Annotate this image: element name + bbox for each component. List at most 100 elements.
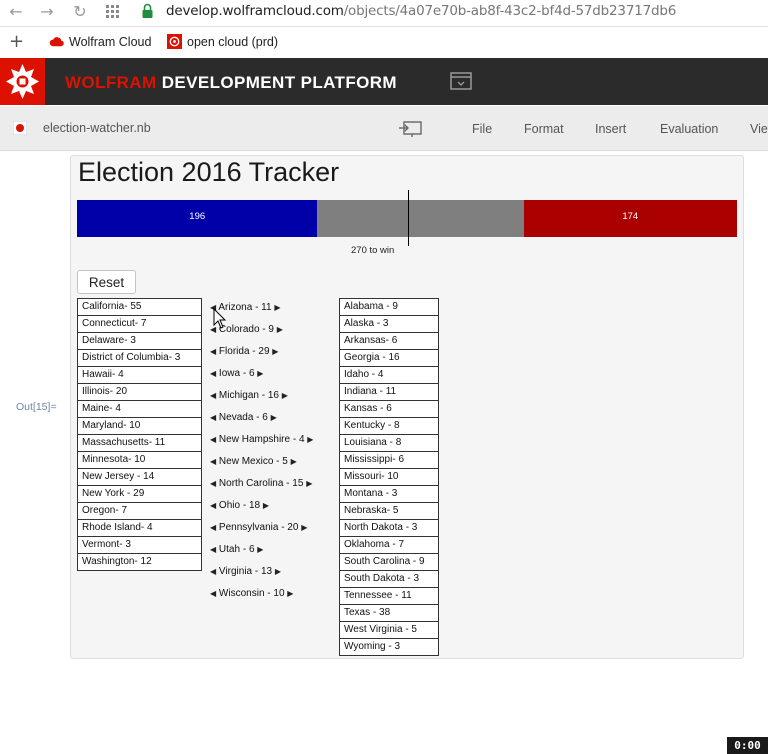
assign-rep-arrow-icon[interactable]: ▶ [306, 479, 312, 488]
url-field[interactable]: develop.wolframcloud.com/objects/4a07e70… [166, 3, 676, 19]
assign-rep-arrow-icon[interactable]: ▶ [257, 369, 263, 378]
rep-state-item[interactable]: Missouri- 10 [340, 469, 438, 486]
rep-state-item[interactable]: Alaska - 3 [340, 316, 438, 333]
swing-state-item: ◀ Wisconsin - 10 ▶ [210, 583, 338, 605]
assign-rep-arrow-icon[interactable]: ▶ [277, 325, 283, 334]
apps-grid-icon[interactable] [106, 5, 120, 19]
rep-state-item[interactable]: Tennessee - 11 [340, 588, 438, 605]
dem-state-item[interactable]: Hawaii- 4 [78, 367, 201, 384]
swing-state-item: ◀ Ohio - 18 ▶ [210, 495, 338, 517]
notebook-icon [13, 121, 27, 135]
assign-rep-arrow-icon[interactable]: ▶ [257, 545, 263, 554]
tracker-title: Election 2016 Tracker [78, 157, 340, 187]
bookmark-label: Wolfram Cloud [69, 35, 152, 49]
dem-votes-count: 196 [189, 211, 206, 222]
swing-state-label: Utah - 6 [216, 544, 258, 555]
assign-rep-arrow-icon[interactable]: ▶ [301, 523, 307, 532]
menu-evaluation[interactable]: Evaluation [660, 122, 718, 136]
dem-state-item[interactable]: Maryland- 10 [78, 418, 201, 435]
dem-state-item[interactable]: Delaware- 3 [78, 333, 201, 350]
swing-state-item: ◀ Virginia - 13 ▶ [210, 561, 338, 583]
assign-rep-arrow-icon[interactable]: ▶ [275, 567, 281, 576]
assign-rep-arrow-icon[interactable]: ▶ [274, 303, 280, 312]
dem-state-item[interactable]: Washington- 12 [78, 554, 201, 571]
rep-state-item[interactable]: Montana - 3 [340, 486, 438, 503]
rep-state-item[interactable]: South Carolina - 9 [340, 554, 438, 571]
assign-rep-arrow-icon[interactable]: ▶ [287, 589, 293, 598]
rep-state-item[interactable]: Wyoming - 3 [340, 639, 438, 656]
menu-insert[interactable]: Insert [595, 122, 626, 136]
dem-state-item[interactable]: Vermont- 3 [78, 537, 201, 554]
wolfram-logo[interactable] [0, 58, 45, 105]
rep-state-item[interactable]: West Virginia - 5 [340, 622, 438, 639]
forward-arrow-icon[interactable]: → [37, 2, 57, 22]
electoral-vote-bar: 196 174 [77, 200, 737, 237]
present-icon[interactable] [399, 120, 423, 138]
win-threshold-line [408, 190, 409, 246]
menu-view[interactable]: View [750, 122, 768, 136]
dem-state-item[interactable]: Oregon- 7 [78, 503, 201, 520]
swing-state-item: ◀ Nevada - 6 ▶ [210, 407, 338, 429]
rep-votes-count: 174 [622, 211, 639, 222]
window-icon[interactable] [450, 72, 472, 90]
menu-format[interactable]: Format [524, 122, 564, 136]
swing-state-label: Michigan - 16 [216, 390, 282, 401]
rep-states-column: Alabama - 9 Alaska - 3 Arkansas- 6 Georgia … [339, 298, 439, 656]
dem-state-item[interactable]: Minnesota- 10 [78, 452, 201, 469]
rep-state-item[interactable]: Texas - 38 [340, 605, 438, 622]
reset-button[interactable]: Reset [77, 270, 136, 294]
swing-state-label: New Hampshire - 4 [216, 434, 308, 445]
dem-state-item[interactable]: Illinois- 20 [78, 384, 201, 401]
dem-state-item[interactable]: Massachusetts- 11 [78, 435, 201, 452]
rep-state-item[interactable]: Nebraska- 5 [340, 503, 438, 520]
assign-rep-arrow-icon[interactable]: ▶ [272, 347, 278, 356]
assign-rep-arrow-icon[interactable]: ▶ [291, 457, 297, 466]
menu-file[interactable]: File [472, 122, 492, 136]
swing-state-label: Nevada - 6 [216, 412, 271, 423]
rep-state-item[interactable]: Louisiana - 8 [340, 435, 438, 452]
swing-state-label: Ohio - 18 [216, 500, 263, 511]
bookmark-label: open cloud (prd) [187, 35, 279, 49]
app-header: WOLFRAM DEVELOPMENT PLATFORM [0, 58, 768, 105]
assign-rep-arrow-icon[interactable]: ▶ [282, 391, 288, 400]
rep-state-item[interactable]: Kentucky - 8 [340, 418, 438, 435]
rep-state-item[interactable]: Mississippi- 6 [340, 452, 438, 469]
rep-state-item[interactable]: Indiana - 11 [340, 384, 438, 401]
brand-name: WOLFRAM [65, 73, 157, 92]
rep-state-item[interactable]: Alabama - 9 [340, 299, 438, 316]
assign-rep-arrow-icon[interactable]: ▶ [263, 501, 269, 510]
rep-state-item[interactable]: Oklahoma - 7 [340, 537, 438, 554]
dem-state-item[interactable]: Maine- 4 [78, 401, 201, 418]
rep-state-item[interactable]: Georgia - 16 [340, 350, 438, 367]
notebook-toolbar: election-watcher.nb File Format Insert E… [0, 106, 768, 151]
win-threshold-label: 270 to win [351, 245, 395, 256]
bookmark-open-cloud[interactable]: open cloud (prd) [167, 34, 279, 49]
wolfram-spikey-icon [167, 34, 182, 49]
swing-state-item: ◀ Pennsylvania - 20 ▶ [210, 517, 338, 539]
rep-state-item[interactable]: Idaho - 4 [340, 367, 438, 384]
back-arrow-icon[interactable]: ← [6, 2, 26, 22]
reload-icon[interactable]: ↻ [70, 2, 90, 22]
swing-state-item: ◀ Iowa - 6 ▶ [210, 363, 338, 385]
swing-state-label: New Mexico - 5 [216, 456, 291, 467]
dem-state-item[interactable]: Connecticut- 7 [78, 316, 201, 333]
assign-rep-arrow-icon[interactable]: ▶ [307, 435, 313, 444]
bookmark-wolfram-cloud[interactable]: Wolfram Cloud [49, 35, 152, 49]
rep-state-item[interactable]: South Dakota - 3 [340, 571, 438, 588]
plus-icon[interactable]: + [9, 31, 24, 52]
dem-state-item[interactable]: California- 55 [78, 299, 201, 316]
recording-timer: 0:00 [727, 737, 768, 754]
rep-state-item[interactable]: Arkansas- 6 [340, 333, 438, 350]
dem-state-item[interactable]: New Jersey - 14 [78, 469, 201, 486]
notebook-name[interactable]: election-watcher.nb [43, 121, 151, 135]
platform-name: DEVELOPMENT PLATFORM [161, 73, 397, 92]
rep-state-item[interactable]: Kansas - 6 [340, 401, 438, 418]
rep-state-item[interactable]: North Dakota - 3 [340, 520, 438, 537]
assign-rep-arrow-icon[interactable]: ▶ [271, 413, 277, 422]
swing-state-label: Pennsylvania - 20 [216, 522, 302, 533]
dem-state-item[interactable]: New York - 29 [78, 486, 201, 503]
mouse-cursor-icon [213, 308, 227, 329]
swing-state-item: ◀ Colorado - 9 ▶ [210, 319, 338, 341]
dem-state-item[interactable]: District of Columbia- 3 [78, 350, 201, 367]
dem-state-item[interactable]: Rhode Island- 4 [78, 520, 201, 537]
